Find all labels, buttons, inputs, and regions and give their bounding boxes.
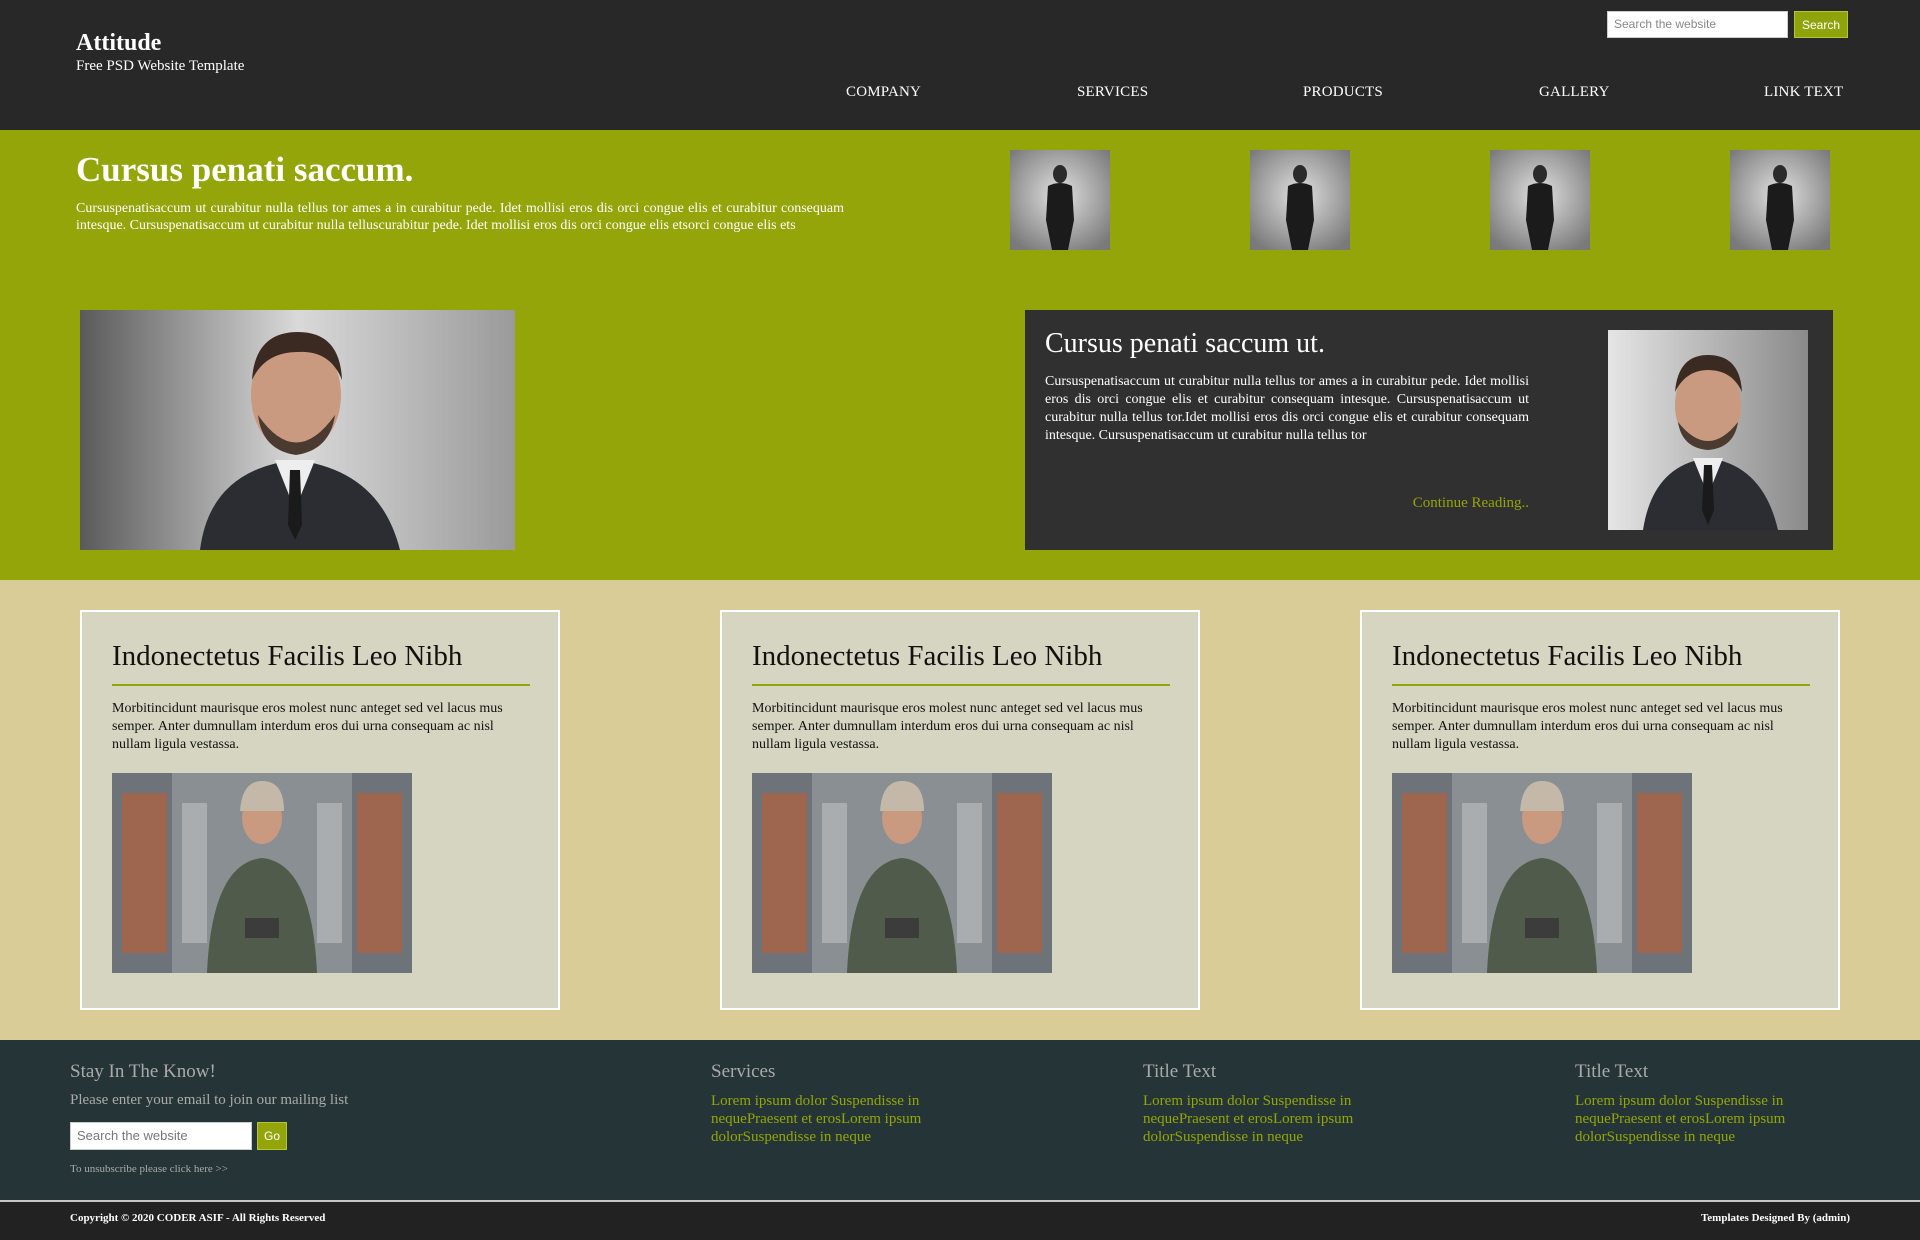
newsletter-go-button[interactable]: Go [257, 1122, 287, 1150]
logo[interactable]: Attitude Free PSD Website Template [76, 29, 244, 75]
card-title: Indonectetus Facilis Leo Nibh [1392, 640, 1810, 686]
content-card: Indonectetus Facilis Leo Nibh Morbitinci… [1360, 610, 1840, 1010]
hero-section: Cursus penati saccum. Cursuspenatisaccum… [0, 130, 1920, 580]
nav-services[interactable]: SERVICES [1077, 84, 1148, 101]
newsletter-title: Stay In The Know! [70, 1061, 216, 1082]
warehouse-worker-photo [112, 773, 412, 973]
feature-title: Cursus penati saccum ut. [1045, 328, 1325, 359]
footer-column-title: Title Text [1143, 1061, 1217, 1082]
gallery-thumbnail[interactable] [1730, 150, 1830, 250]
footer-column-links[interactable]: Lorem ipsum dolor Suspendisse in nequePr… [711, 1092, 951, 1146]
card-text: Morbitincidunt maurisque eros molest nun… [1392, 701, 1783, 752]
content-card: Indonectetus Facilis Leo Nibh Morbitinci… [720, 610, 1200, 1010]
nav-products[interactable]: PRODUCTS [1303, 84, 1383, 101]
newsletter-email-input[interactable]: Search the website [70, 1122, 252, 1150]
site-tagline: Free PSD Website Template [76, 58, 245, 74]
content-cards-section: Indonectetus Facilis Leo Nibh Morbitinci… [0, 580, 1920, 1040]
newsletter-text: Please enter your email to join our mail… [70, 1092, 349, 1108]
businessman-photo [80, 310, 515, 550]
feature-text: Cursuspenatisaccum ut curabitur nulla te… [1045, 374, 1529, 443]
nav-company[interactable]: COMPANY [846, 84, 921, 101]
footer-column-links[interactable]: Lorem ipsum dolor Suspendisse in nequePr… [1143, 1092, 1383, 1146]
nav-gallery[interactable]: GALLERY [1539, 84, 1610, 101]
footer-column-title: Title Text [1575, 1061, 1649, 1082]
nav-link-text[interactable]: LINK TEXT [1764, 84, 1843, 101]
site-title[interactable]: Attitude [76, 29, 244, 57]
footer-column-title: Services [711, 1061, 776, 1082]
search-input[interactable]: Search the website [1607, 11, 1788, 38]
card-text: Morbitincidunt maurisque eros molest nun… [752, 701, 1143, 752]
continue-reading-link[interactable]: Continue Reading.. [1405, 495, 1529, 512]
search-button[interactable]: Search [1794, 11, 1848, 38]
warehouse-worker-photo [1392, 773, 1692, 973]
businessman-portrait [1608, 330, 1808, 530]
feature-panel: Cursus penati saccum ut. Cursuspenatisac… [1025, 310, 1833, 550]
card-title: Indonectetus Facilis Leo Nibh [112, 640, 530, 686]
card-text: Morbitincidunt maurisque eros molest nun… [112, 701, 503, 752]
designer-credits: Templates Designed By (admin) [1700, 1212, 1850, 1224]
copyright-bar: Copyright © 2020 CODER ASIF - All Rights… [0, 1202, 1920, 1240]
site-header: Attitude Free PSD Website Template Searc… [0, 0, 1920, 130]
hero-title: Cursus penati saccum. [76, 150, 414, 189]
card-title: Indonectetus Facilis Leo Nibh [752, 640, 1170, 686]
site-footer: Stay In The Know! Please enter your emai… [0, 1040, 1920, 1200]
gallery-thumbnail[interactable] [1250, 150, 1350, 250]
gallery-thumbnail[interactable] [1490, 150, 1590, 250]
gallery-thumbnail[interactable] [1010, 150, 1110, 250]
warehouse-worker-photo [752, 773, 1052, 973]
hero-text: Cursuspenatisaccum ut curabitur nulla te… [76, 201, 844, 233]
copyright-text: Copyright © 2020 CODER ASIF - All Rights… [70, 1212, 326, 1224]
unsubscribe-link[interactable]: To unsubscribe please click here >> [70, 1163, 228, 1175]
content-card: Indonectetus Facilis Leo Nibh Morbitinci… [80, 610, 560, 1010]
footer-column-links[interactable]: Lorem ipsum dolor Suspendisse in nequePr… [1575, 1092, 1815, 1146]
